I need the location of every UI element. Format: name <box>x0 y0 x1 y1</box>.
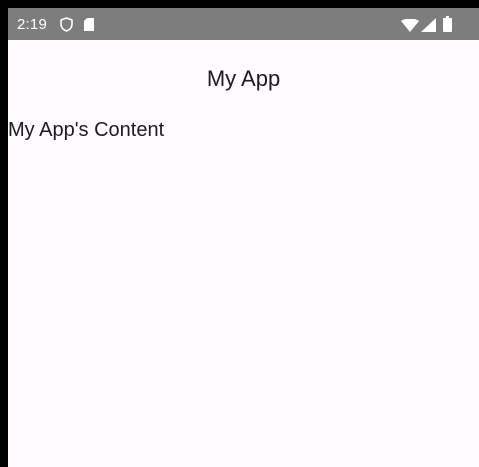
status-bar: 2:19 <box>8 8 479 40</box>
app-title: My App <box>206 66 281 91</box>
battery-icon <box>443 16 452 32</box>
device-frame: 2:19 My App My App's Content <box>0 0 479 467</box>
app-content-text: My App's Content <box>8 119 165 141</box>
app-screen: My App My App's Content <box>8 40 479 467</box>
shield-icon <box>60 17 73 32</box>
wifi-icon <box>401 19 419 32</box>
status-time: 2:19 <box>17 16 47 33</box>
sd-card-icon <box>84 18 94 31</box>
signal-icon <box>421 18 436 32</box>
